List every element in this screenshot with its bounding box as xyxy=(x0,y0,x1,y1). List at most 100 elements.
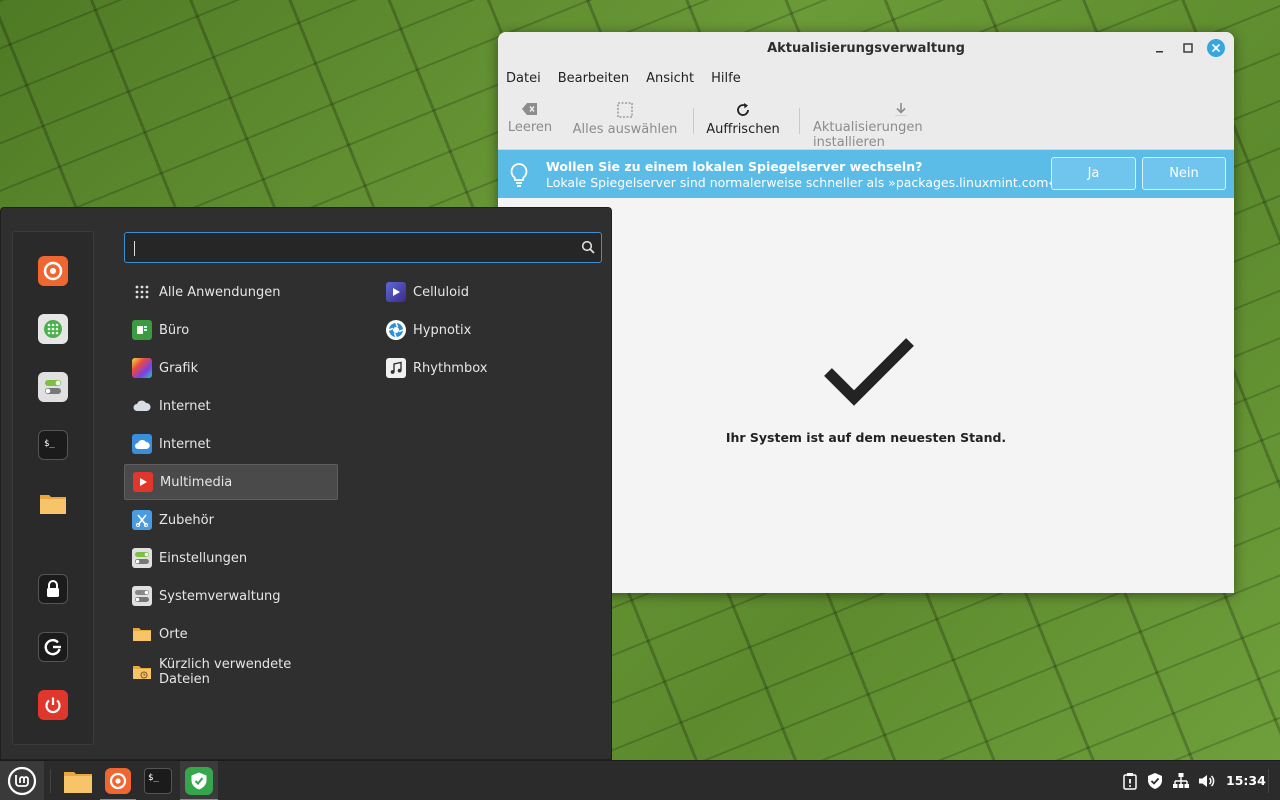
lock-icon xyxy=(47,580,59,597)
rhythmbox-icon xyxy=(386,358,406,378)
category-places[interactable]: Orte xyxy=(124,616,338,652)
toolbar: Leeren Alles auswählen Auffrischen Aktua… xyxy=(498,92,1234,150)
taskbar-separator xyxy=(50,769,51,793)
taskbar-update-manager[interactable] xyxy=(180,761,218,800)
power-button[interactable] xyxy=(38,690,68,720)
menu-button[interactable] xyxy=(0,761,44,800)
no-button[interactable]: Nein xyxy=(1142,157,1226,190)
hypnotix-icon xyxy=(386,320,406,340)
tray-network[interactable] xyxy=(1171,771,1191,791)
menu-bearbeiten[interactable]: Bearbeiten xyxy=(558,71,629,86)
category-internet-1[interactable]: Internet xyxy=(124,388,338,424)
multimedia-icon xyxy=(133,472,153,492)
category-label: Kürzlich verwendete Dateien xyxy=(159,657,292,687)
window-title: Aktualisierungsverwaltung xyxy=(767,40,965,56)
clear-button[interactable]: Leeren xyxy=(508,92,552,150)
category-multimedia[interactable]: Multimedia xyxy=(124,464,338,500)
category-label: Einstellungen xyxy=(159,550,248,566)
mirror-infobar: Wollen Sie zu einem lokalen Spiegelserve… xyxy=(498,150,1234,198)
start-menu: $_ Alle Anwendungen Büro Grafik Internet… xyxy=(0,207,612,760)
search-field[interactable] xyxy=(124,232,602,263)
svg-text:$_: $_ xyxy=(148,773,159,783)
category-recent-files[interactable]: Kürzlich verwendete Dateien xyxy=(124,654,338,690)
taskbar-terminal-launcher[interactable]: $_ xyxy=(140,761,176,800)
yes-button[interactable]: Ja xyxy=(1051,157,1136,190)
tray-volume[interactable] xyxy=(1197,771,1217,791)
clear-label: Leeren xyxy=(507,120,553,135)
install-updates-label: Aktualisierungen installieren xyxy=(813,120,923,150)
category-label: Büro xyxy=(159,322,190,338)
category-label: Multimedia xyxy=(160,474,233,490)
refresh-button[interactable]: Auffrischen xyxy=(706,92,780,150)
category-label: Alle Anwendungen xyxy=(159,284,281,300)
celluloid-icon xyxy=(386,282,406,302)
app-label: Rhythmbox xyxy=(413,360,488,376)
cloud-dark-icon xyxy=(132,396,152,416)
app-rhythmbox[interactable]: Rhythmbox xyxy=(378,350,598,386)
menu-hilfe[interactable]: Hilfe xyxy=(711,71,741,86)
app-label: Celluloid xyxy=(413,284,469,300)
graphics-icon xyxy=(132,358,152,378)
clipboard-alert-icon xyxy=(1123,773,1137,790)
app-celluloid[interactable]: Celluloid xyxy=(378,274,598,310)
taskbar-firefox-launcher[interactable] xyxy=(100,761,136,800)
refresh-icon xyxy=(737,103,749,116)
volume-icon xyxy=(1199,775,1215,787)
system-icon xyxy=(132,586,152,606)
settings-toggle-icon xyxy=(45,380,61,394)
category-all-applications[interactable]: Alle Anwendungen xyxy=(124,274,338,310)
office-icon xyxy=(132,320,152,340)
menu-datei[interactable]: Datei xyxy=(506,71,541,86)
tray-notifications[interactable] xyxy=(1120,771,1140,791)
clock[interactable]: 15:34 xyxy=(1226,773,1266,788)
logout-button[interactable] xyxy=(38,632,68,662)
search-input[interactable] xyxy=(133,238,563,258)
favorite-grid-app[interactable] xyxy=(38,314,68,344)
category-system[interactable]: Systemverwaltung xyxy=(124,578,338,614)
minimize-button[interactable] xyxy=(1152,40,1168,56)
mint-logo-icon xyxy=(7,766,37,796)
power-icon xyxy=(45,697,61,714)
folder-icon xyxy=(40,495,66,514)
toolbar-separator xyxy=(693,108,694,134)
search-icon xyxy=(581,240,595,254)
install-updates-button[interactable]: Aktualisierungen installieren xyxy=(813,92,989,150)
minimize-icon xyxy=(1156,51,1163,53)
menu-ansicht[interactable]: Ansicht xyxy=(646,71,694,86)
app-hypnotix[interactable]: Hypnotix xyxy=(378,312,598,348)
lightbulb-icon xyxy=(510,163,528,187)
maximize-icon xyxy=(1183,43,1193,53)
folder-icon xyxy=(64,772,92,793)
select-all-icon xyxy=(617,102,633,118)
favorite-settings[interactable] xyxy=(38,372,68,402)
svg-text:$_: $_ xyxy=(44,439,55,449)
close-button[interactable] xyxy=(1207,39,1225,57)
category-settings[interactable]: Einstellungen xyxy=(124,540,338,576)
refresh-label: Auffrischen xyxy=(706,122,780,137)
category-label: Orte xyxy=(159,626,188,642)
taskbar-files-launcher[interactable] xyxy=(60,761,96,800)
toolbar-separator xyxy=(799,108,800,134)
taskbar: $_ 15:34 xyxy=(0,760,1280,800)
favorite-firefox[interactable] xyxy=(38,256,68,286)
favorite-terminal[interactable]: $_ xyxy=(38,430,68,460)
category-internet-2[interactable]: Internet xyxy=(124,426,338,462)
lock-button[interactable] xyxy=(38,574,68,604)
select-all-button[interactable]: Alles auswählen xyxy=(572,92,678,150)
logout-icon xyxy=(44,638,61,656)
cloud-blue-icon xyxy=(132,434,152,454)
infobar-text: Lokale Spiegelserver sind normalerweise … xyxy=(546,175,1061,190)
favorite-files[interactable] xyxy=(38,488,68,518)
checkmark-icon xyxy=(824,338,914,406)
accessories-icon xyxy=(132,510,152,530)
grid-dots-icon xyxy=(132,282,152,302)
maximize-button[interactable] xyxy=(1180,40,1196,56)
download-icon xyxy=(895,103,907,116)
category-label: Internet xyxy=(159,398,211,414)
tray-update-manager[interactable] xyxy=(1145,771,1165,791)
category-accessories[interactable]: Zubehör xyxy=(124,502,338,538)
category-graphics[interactable]: Grafik xyxy=(124,350,338,386)
category-office[interactable]: Büro xyxy=(124,312,338,348)
firefox-icon xyxy=(43,261,63,281)
window-titlebar[interactable]: Aktualisierungsverwaltung xyxy=(498,32,1234,64)
